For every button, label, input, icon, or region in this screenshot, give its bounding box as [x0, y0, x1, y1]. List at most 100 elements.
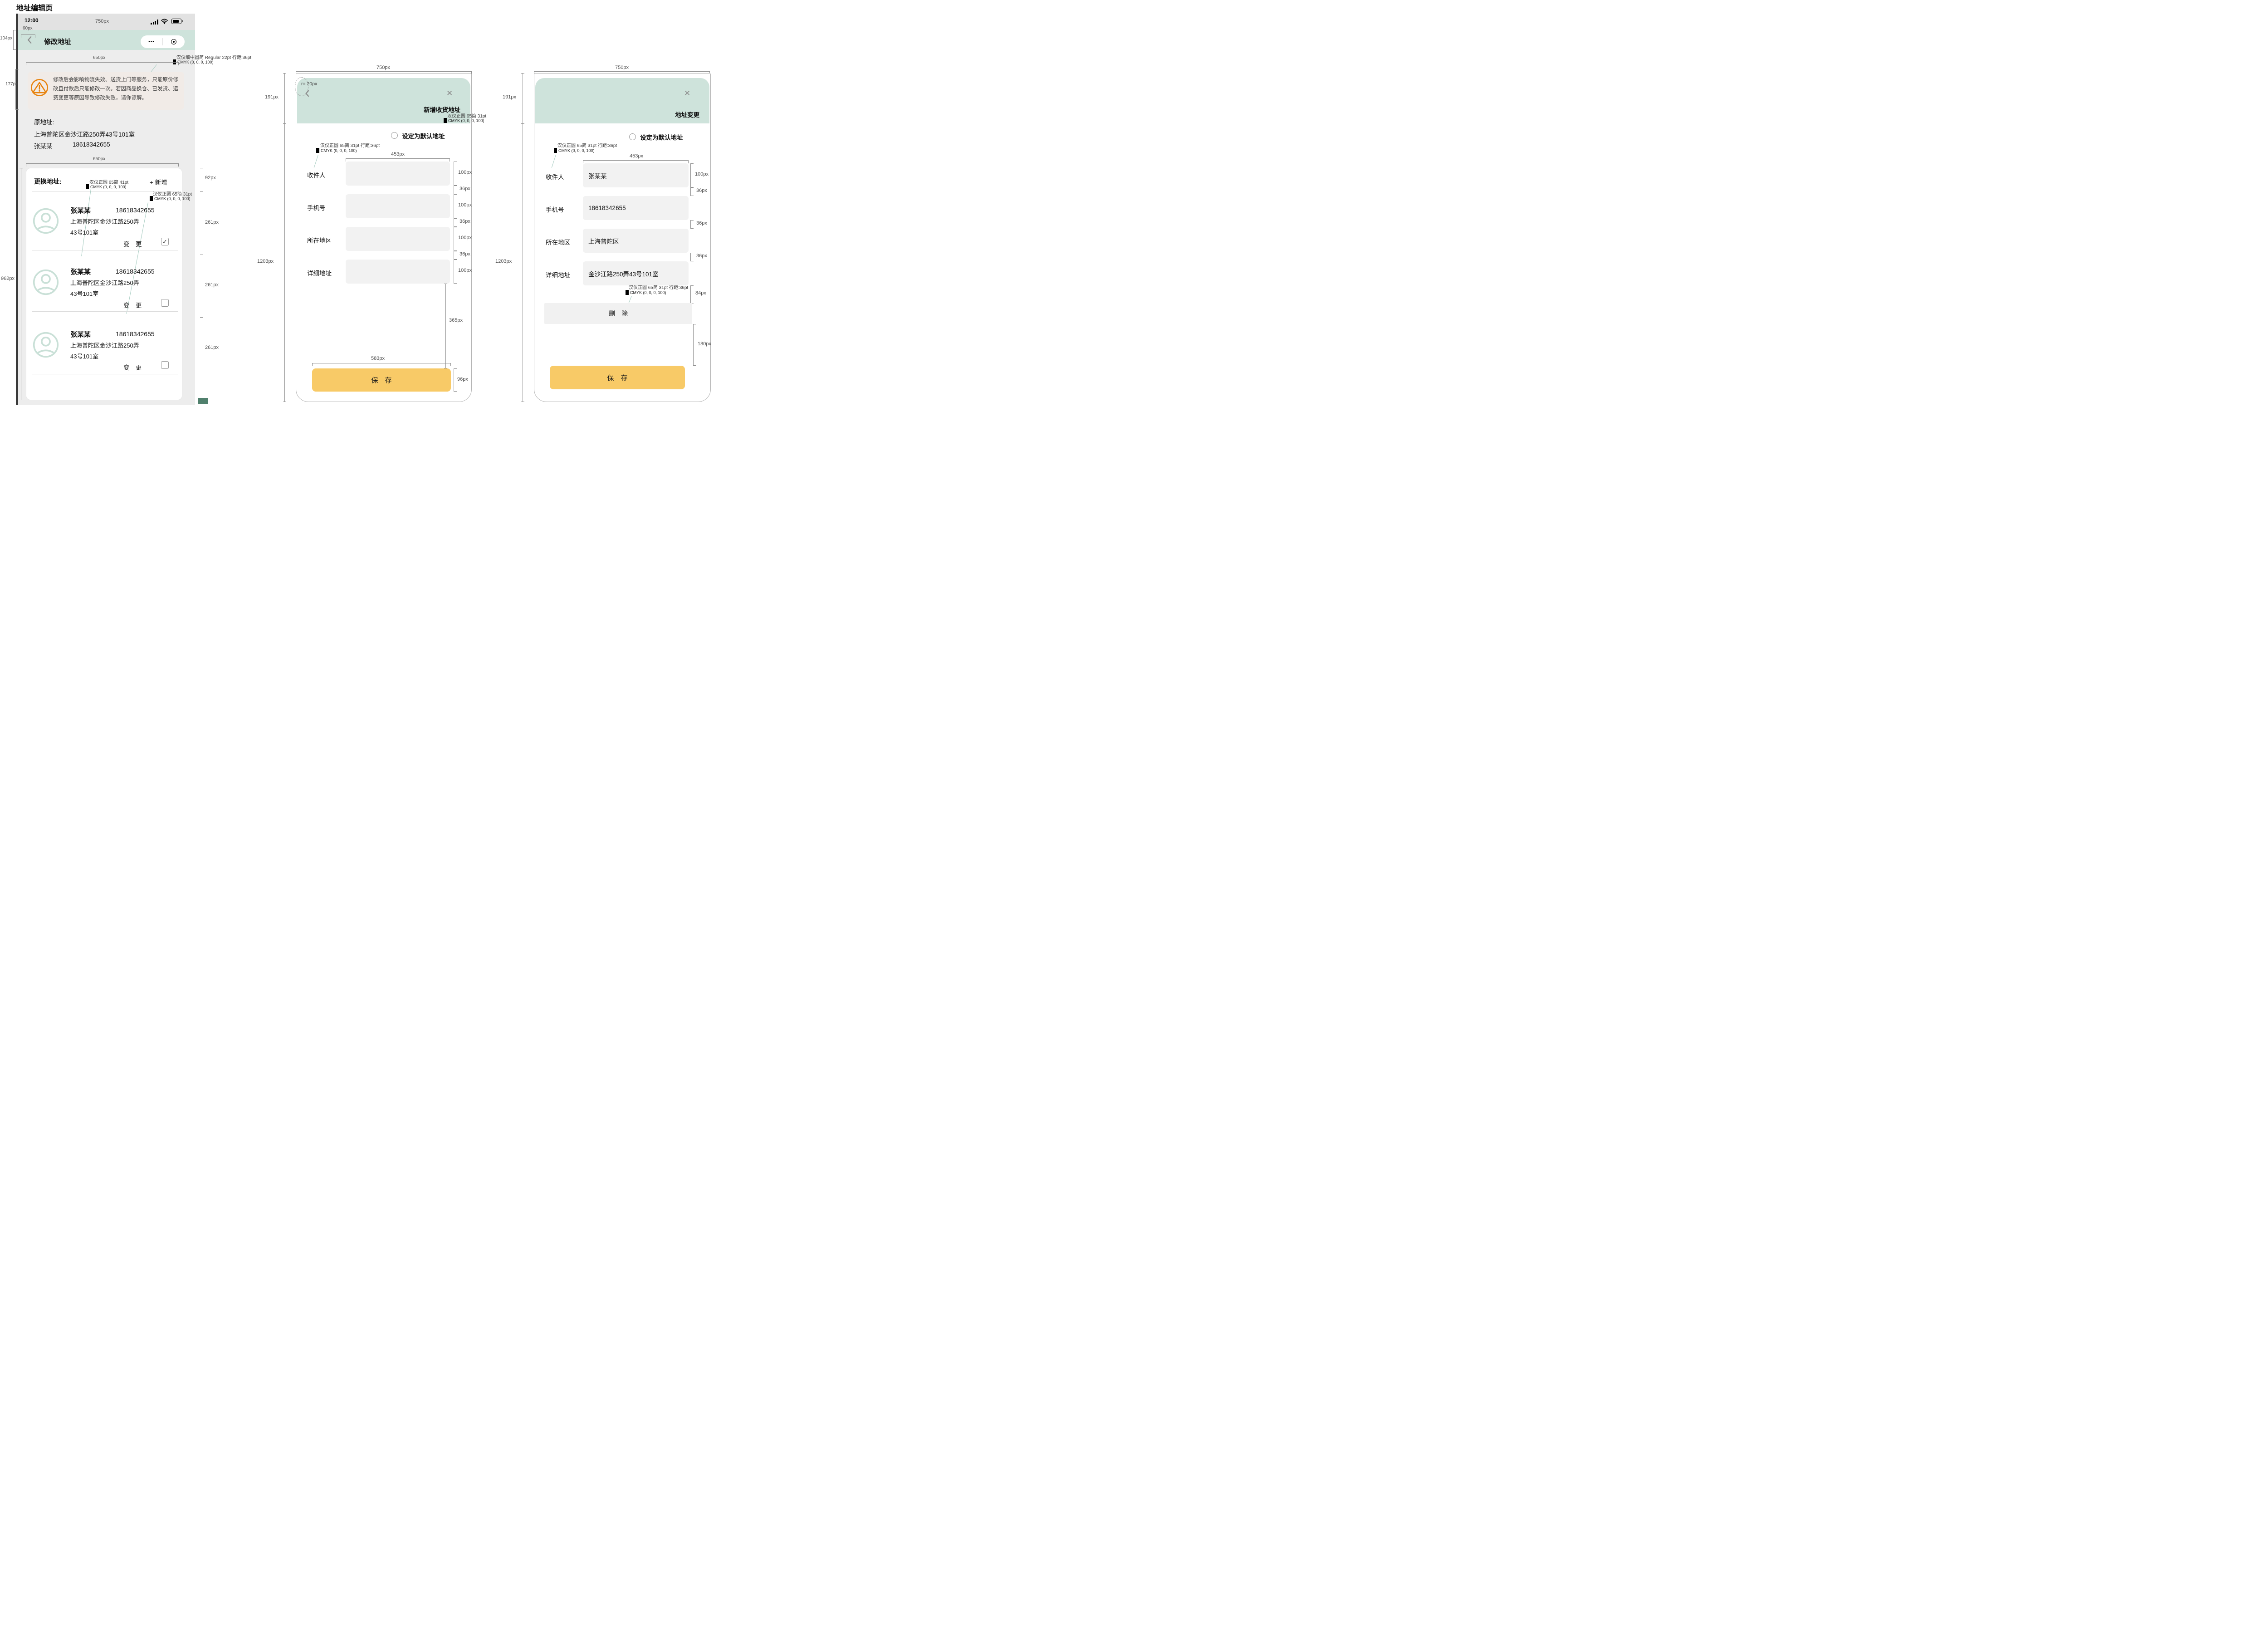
wifi-icon — [161, 18, 168, 25]
dimension-label-100: 100px — [458, 202, 472, 208]
dimension-bracket — [693, 324, 696, 366]
cmyk-value: CMYK (0, 0, 0, 100) — [154, 196, 191, 201]
dimension-label-36: 36px — [696, 253, 707, 259]
miniprogram-capsule: ••• — [141, 35, 185, 48]
change-action-label[interactable]: 变 更 — [123, 300, 142, 309]
cmyk-swatch-icon — [626, 290, 629, 295]
font-annotation: 汉仪正圆 65简 31pt 行距:36pt — [629, 284, 688, 290]
cmyk-swatch-icon — [316, 148, 319, 153]
dimension-label-100: 100px — [458, 268, 472, 273]
dimension-bracket — [346, 158, 450, 161]
default-address-label: 设定为默认地址 — [402, 131, 445, 140]
close-icon[interactable]: ✕ — [684, 89, 690, 98]
switch-address-label: 更换地址: — [34, 177, 62, 186]
status-time: 12:00 — [24, 17, 39, 24]
cmyk-annotation: CMYK (0, 0, 0, 100) — [173, 59, 214, 64]
dimension-label-92: 92px — [205, 175, 216, 181]
item-phone: 18618342655 — [116, 268, 155, 275]
dimension-label-365: 365px — [449, 318, 463, 323]
dimension-bracket — [454, 260, 456, 284]
recipient-input[interactable] — [346, 162, 450, 186]
signal-bar — [151, 23, 152, 25]
save-button[interactable]: 保 存 — [550, 366, 685, 389]
item-name: 张某某 — [70, 267, 91, 276]
dimension-label-1203: 1203px — [257, 259, 274, 264]
back-icon[interactable] — [304, 88, 311, 99]
cmyk-annotation: CMYK (0, 0, 0, 100) — [554, 148, 595, 153]
avatar-icon — [33, 269, 59, 295]
cmyk-annotation: CMYK (0, 0, 0, 100) — [444, 118, 484, 123]
default-address-radio[interactable] — [391, 132, 398, 139]
dimension-label-583: 583px — [371, 356, 385, 361]
dimension-bracket — [454, 218, 456, 227]
address-checkbox[interactable] — [161, 361, 169, 369]
dimension-bracket — [21, 34, 35, 37]
close-icon[interactable]: ✕ — [446, 89, 453, 98]
cmyk-value: CMYK (0, 0, 0, 100) — [321, 148, 357, 153]
dimension-label-36: 36px — [696, 221, 707, 226]
dimension-bracket — [15, 69, 18, 110]
field-label-region: 所在地区 — [307, 235, 332, 245]
warning-text: 修改后会影响物流失效、送货上门等服务，只能原价修改且付款后只能修改一次。若因商品… — [53, 75, 179, 103]
item-address-line2: 43号101室 — [70, 228, 98, 236]
region-input[interactable] — [346, 227, 450, 251]
dimension-label-650: 650px — [93, 55, 105, 60]
page-header-title: 地址变更 — [631, 110, 699, 119]
dimension-label-750: 750px — [615, 65, 629, 70]
mobile-input[interactable]: 18618342655 — [583, 196, 689, 220]
item-address-line2: 43号101室 — [70, 352, 98, 360]
divider — [32, 311, 178, 312]
mobile-input[interactable] — [346, 194, 450, 218]
cmyk-swatch-icon — [150, 196, 153, 201]
cmyk-value: CMYK (0, 0, 0, 100) — [90, 185, 127, 189]
dimension-bracket — [312, 363, 451, 366]
detail-input[interactable]: 金沙江路250弄43号101室 — [583, 261, 689, 285]
change-action-label[interactable]: 变 更 — [123, 363, 142, 372]
item-phone: 18618342655 — [116, 330, 155, 338]
dimension-bracket — [454, 162, 456, 186]
add-new-button[interactable]: + 新增 — [150, 177, 167, 186]
item-name: 张某某 — [70, 206, 91, 215]
dimension-tick — [283, 123, 286, 124]
signal-bar — [157, 20, 158, 25]
change-action-label[interactable]: 变 更 — [123, 239, 142, 248]
cmyk-value: CMYK (0, 0, 0, 100) — [630, 290, 666, 295]
field-label-detail: 详细地址 — [307, 268, 332, 277]
radius-annotation: r= 20px — [301, 81, 317, 87]
page-title: 地址编辑页 — [16, 2, 53, 13]
dimension-label-100: 100px — [695, 172, 709, 177]
dimension-line — [284, 73, 285, 402]
save-button[interactable]: 保 存 — [312, 368, 451, 392]
region-value: 上海普陀区 — [588, 236, 619, 245]
dimension-label-650: 650px — [93, 157, 105, 162]
dimension-label-36: 36px — [459, 219, 470, 224]
recipient-input[interactable]: 张某某 — [583, 163, 689, 187]
more-menu-button[interactable]: ••• — [141, 39, 162, 44]
cmyk-annotation: CMYK (0, 0, 0, 100) — [316, 148, 357, 153]
address-checkbox[interactable]: ✓ — [161, 238, 169, 245]
address-checkbox[interactable] — [161, 299, 169, 307]
dimension-line — [445, 284, 446, 368]
target-dot — [173, 41, 175, 43]
delete-button[interactable]: 删 除 — [544, 303, 692, 324]
font-annotation: 汉仪正圆 65简 31pt 行距:36pt — [557, 142, 617, 148]
dimension-bracket — [454, 251, 456, 260]
dimension-label-261: 261px — [205, 282, 219, 288]
target-circle-icon — [171, 39, 176, 44]
cmyk-annotation: CMYK (0, 0, 0, 100) — [86, 184, 127, 189]
signal-icon — [151, 20, 158, 25]
dimension-label-191: 191px — [503, 94, 516, 100]
dimension-label-261: 261px — [205, 220, 219, 225]
cmyk-value: CMYK (0, 0, 0, 100) — [558, 148, 595, 153]
detail-input[interactable] — [346, 260, 450, 284]
capsule-circle-button[interactable] — [163, 39, 185, 44]
signal-bar — [155, 21, 156, 25]
page-header-title: 修改地址 — [44, 37, 71, 46]
region-input[interactable]: 上海普陀区 — [583, 229, 689, 253]
field-label-mobile: 手机号 — [546, 205, 564, 214]
field-label-region: 所在地区 — [546, 237, 570, 246]
dimension-tick — [283, 73, 286, 74]
recipient-value: 张某某 — [588, 171, 607, 180]
dimension-bracket — [26, 62, 179, 65]
default-address-radio[interactable] — [629, 133, 636, 140]
